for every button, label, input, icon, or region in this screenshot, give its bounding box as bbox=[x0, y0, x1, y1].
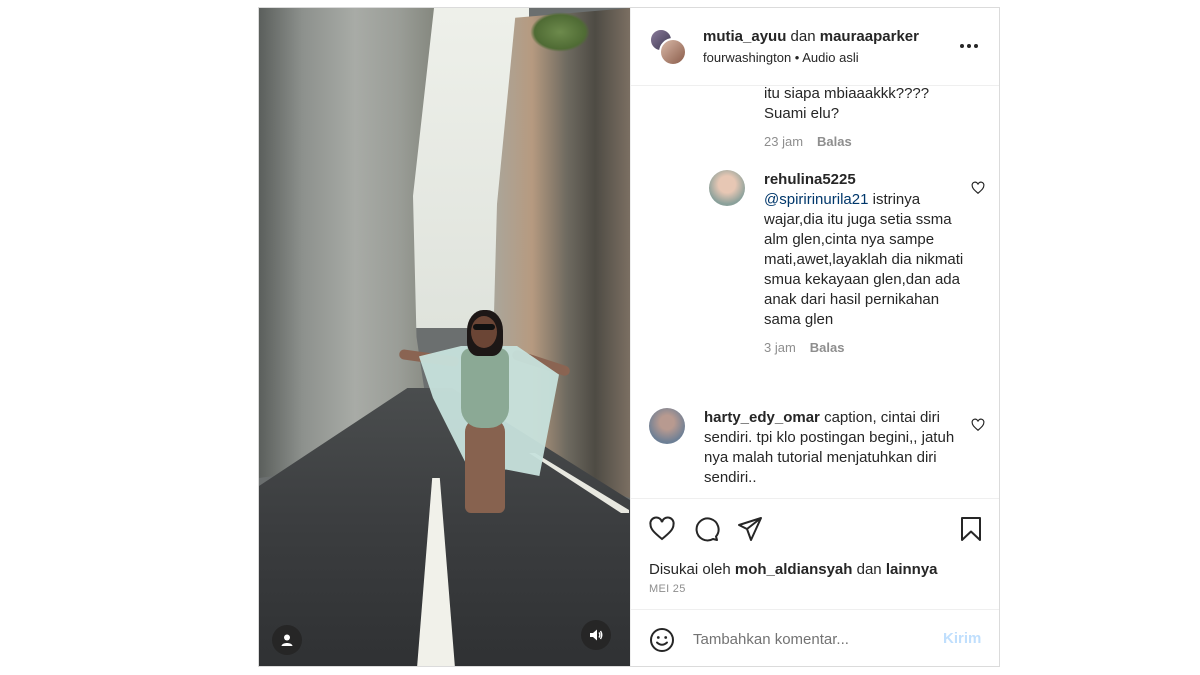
post-comment-button[interactable]: Kirim bbox=[943, 630, 981, 647]
reply-button[interactable]: Balas bbox=[817, 134, 852, 149]
heart-icon[interactable] bbox=[648, 515, 676, 543]
likes-prefix: Disukai oleh bbox=[649, 561, 735, 578]
likes-summary: Disukai oleh moh_aldiansyah dan lainnya bbox=[649, 561, 938, 578]
comment-time[interactable]: 3 jam bbox=[764, 340, 796, 355]
more-options-button[interactable] bbox=[957, 34, 981, 58]
like-comment-heart-icon[interactable] bbox=[971, 418, 985, 432]
comment-username[interactable]: harty_edy_omar bbox=[704, 409, 820, 426]
sub-separator: • bbox=[794, 50, 800, 65]
likes-joiner: dan bbox=[852, 561, 886, 578]
more-horizontal-icon bbox=[960, 44, 978, 48]
collab-avatars[interactable] bbox=[649, 28, 689, 68]
avatar[interactable] bbox=[649, 408, 685, 444]
person-head bbox=[471, 316, 497, 348]
comment-meta: 3 jam Balas bbox=[764, 340, 964, 355]
avatar bbox=[659, 38, 687, 66]
share-icon[interactable] bbox=[736, 515, 764, 543]
audio-label[interactable]: Audio asli bbox=[802, 50, 858, 65]
comment-time[interactable]: 23 jam bbox=[764, 134, 803, 149]
comment-mention[interactable]: @spiririnurila21 bbox=[764, 191, 868, 208]
sub-username[interactable]: fourwashington bbox=[703, 50, 791, 65]
reply-button[interactable]: Balas bbox=[810, 340, 845, 355]
comment-item: itu siapa mbiaaakkk???? Suami elu? 23 ja… bbox=[764, 86, 964, 149]
post-date[interactable]: MEI 25 bbox=[649, 583, 686, 595]
post-subline: fourwashington • Audio asli bbox=[703, 50, 859, 65]
person-sunglasses bbox=[473, 324, 495, 330]
user-tag-icon bbox=[281, 634, 293, 646]
comments-list[interactable]: itu siapa mbiaaakkk???? Suami elu? 23 ja… bbox=[631, 86, 999, 498]
owner-joiner: dan bbox=[790, 28, 816, 45]
comment-item: rehulina5225 @spiririnurila21 istrinya w… bbox=[764, 170, 964, 355]
owner-username[interactable]: mutia_ayuu bbox=[703, 28, 786, 45]
post-dialog: mutia_ayuu dan mauraaparker fourwashingt… bbox=[258, 7, 1000, 667]
like-comment-heart-icon[interactable] bbox=[971, 181, 985, 195]
bookmark-icon[interactable] bbox=[957, 515, 985, 543]
comment-input[interactable] bbox=[693, 626, 923, 652]
post-header: mutia_ayuu dan mauraaparker fourwashingt… bbox=[631, 8, 999, 86]
user-tag-button[interactable] bbox=[272, 625, 302, 655]
comment-body: istrinya wajar,dia itu juga setia ssma a… bbox=[764, 191, 964, 328]
likes-user[interactable]: moh_aldiansyah bbox=[735, 561, 853, 578]
owner-username[interactable]: mauraaparker bbox=[820, 28, 919, 45]
post-panel: mutia_ayuu dan mauraaparker fourwashingt… bbox=[630, 8, 999, 666]
comment-text: @spiririnurila21 istrinya wajar,dia itu … bbox=[764, 190, 964, 330]
comment-icon[interactable] bbox=[692, 515, 720, 543]
post-media[interactable] bbox=[259, 8, 630, 666]
post-owners: mutia_ayuu dan mauraaparker bbox=[703, 28, 919, 45]
media-person bbox=[398, 308, 574, 518]
comment-composer: Kirim bbox=[631, 609, 999, 666]
likes-others[interactable]: lainnya bbox=[886, 561, 938, 578]
comment-meta: 23 jam Balas bbox=[764, 134, 964, 149]
audio-toggle-button[interactable] bbox=[581, 620, 611, 650]
comment-text: itu siapa mbiaaakkk???? Suami elu? bbox=[764, 86, 930, 122]
media-greenery bbox=[530, 12, 590, 52]
comment-text: harty_edy_omar caption, cintai diri send… bbox=[704, 408, 969, 488]
comment-item: harty_edy_omar caption, cintai diri send… bbox=[704, 408, 969, 488]
comment-username[interactable]: rehulina5225 bbox=[764, 170, 964, 190]
person-legs bbox=[465, 418, 505, 513]
post-actions: Disukai oleh moh_aldiansyah dan lainnya … bbox=[631, 498, 999, 616]
avatar[interactable] bbox=[709, 170, 745, 206]
person-swimsuit bbox=[461, 348, 509, 428]
audio-icon bbox=[590, 629, 603, 641]
emoji-icon[interactable] bbox=[649, 627, 675, 653]
